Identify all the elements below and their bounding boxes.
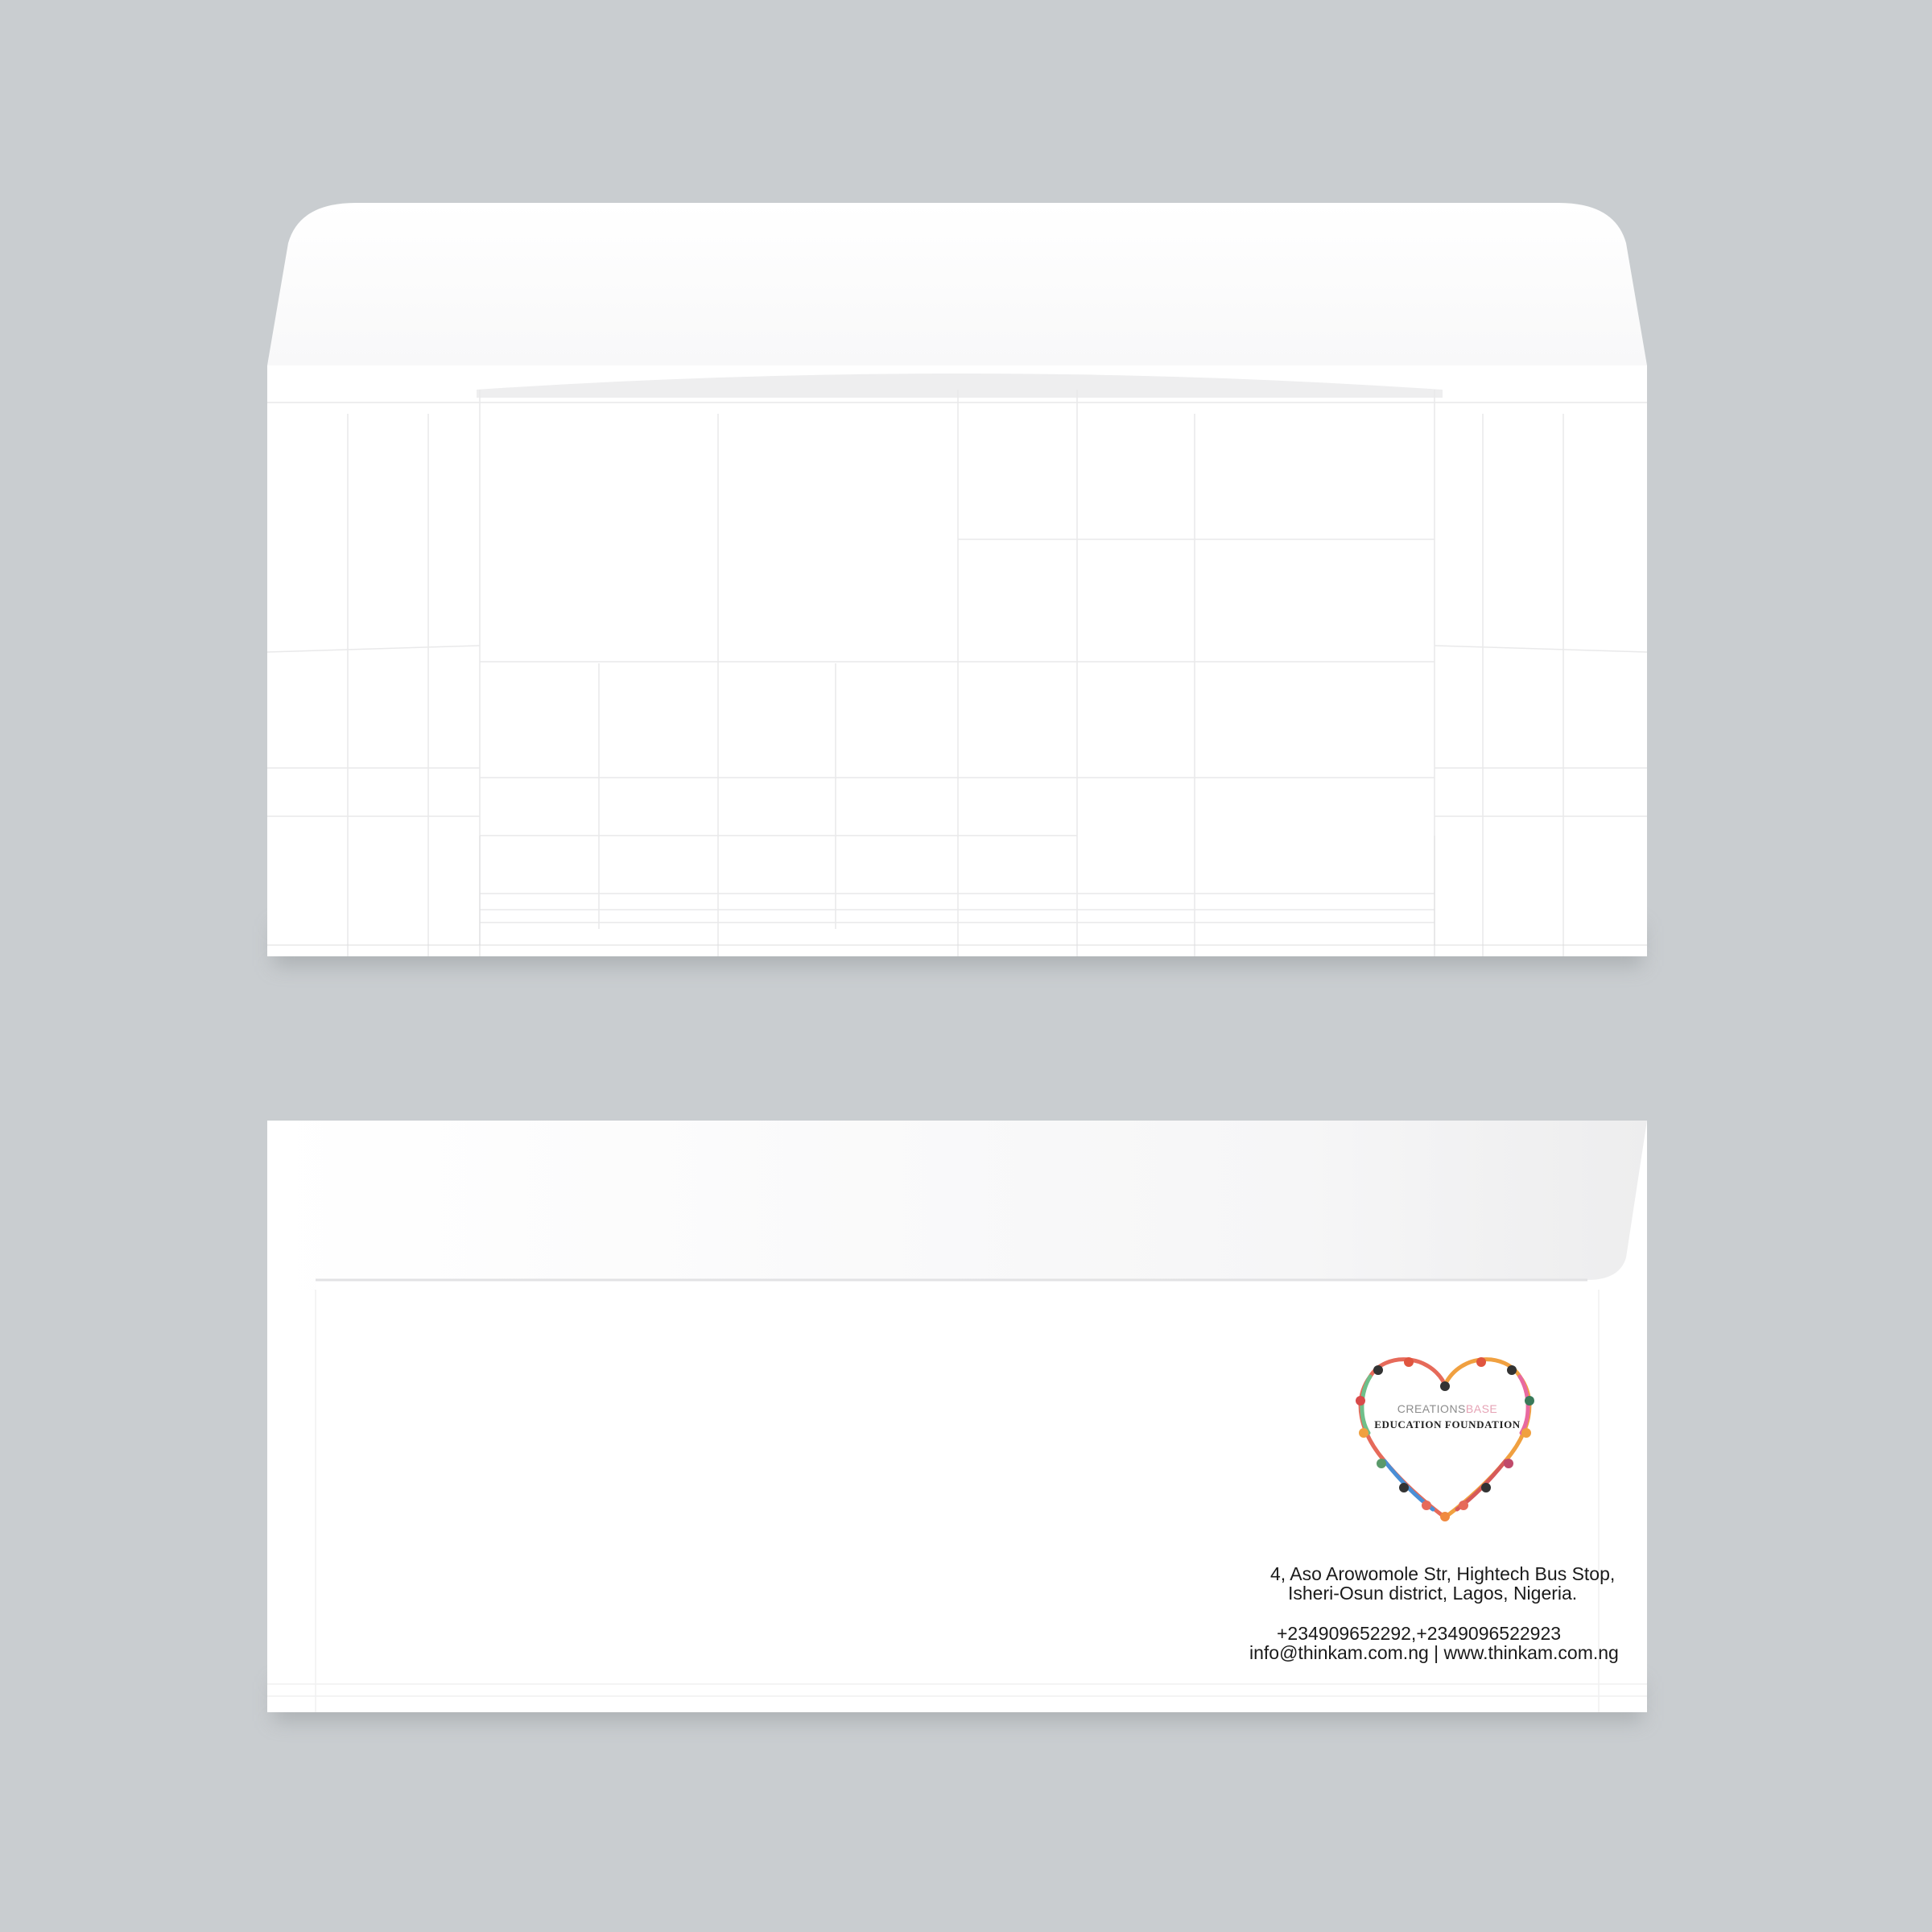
organization-logo-icon [1356,1357,1534,1521]
contact-phones: +234909652292,+2349096522923 [1277,1623,1562,1644]
organization-name-top: CREATIONSBASE [1397,1402,1498,1415]
contact-email-web: info@thinkam.com.ng | www.thinkam.com.ng [1249,1642,1619,1663]
back-envelope-seam-pattern [267,374,1647,956]
address-line-2: Isheri-Osun district, Lagos, Nigeria. [1288,1583,1578,1604]
address-line-1: 4, Aso Arowomole Str, Hightech Bus Stop, [1270,1563,1616,1584]
back-envelope-flap [267,203,1647,390]
organization-name-bottom: EDUCATION FOUNDATION [1374,1418,1521,1430]
front-envelope-flap [267,1121,1647,1290]
back-envelope-body [267,365,1647,956]
